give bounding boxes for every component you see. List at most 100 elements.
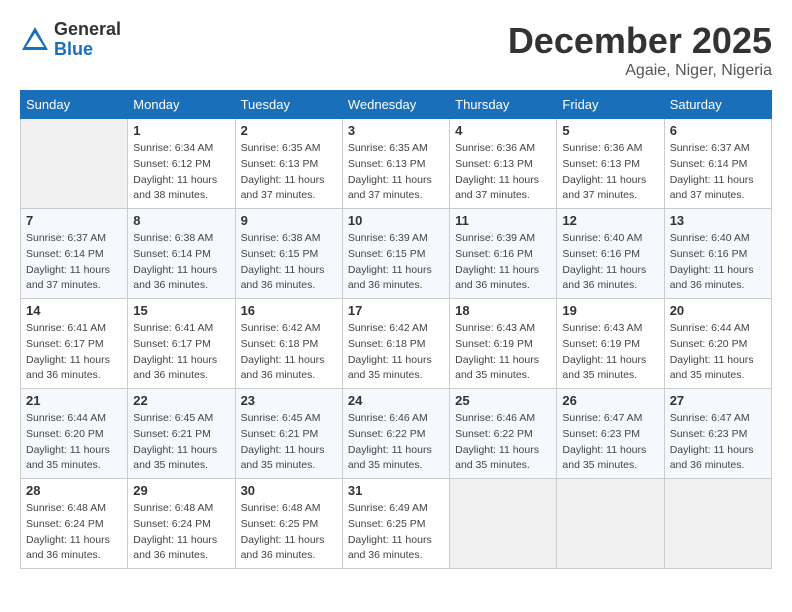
calendar-day-cell: 4 Sunrise: 6:36 AMSunset: 6:13 PMDaylight… xyxy=(450,119,557,209)
calendar-day-cell: 13Sunrise: 6:40 AMSunset: 6:16 PMDayligh… xyxy=(664,209,771,299)
calendar-day-cell: 17 Sunrise: 6:42 AMSunset: 6:18 PMDayligh… xyxy=(342,299,449,389)
calendar-day-cell: 10 Sunrise: 6:39 AMSunset: 6:15 PMDayligh… xyxy=(342,209,449,299)
day-number: 25 xyxy=(455,393,551,408)
calendar-week-row: 7Sunrise: 6:37 AMSunset: 6:14 PMDaylight… xyxy=(21,209,772,299)
calendar-day-cell xyxy=(557,479,664,569)
day-info: Sunrise: 6:42 AMSunset: 6:18 PMDaylight:… xyxy=(348,321,444,384)
calendar-day-cell xyxy=(21,119,128,209)
day-info: Sunrise: 6:38 AMSunset: 6:14 PMDaylight:… xyxy=(133,231,229,294)
day-info: Sunrise: 6:38 AMSunset: 6:15 PMDaylight:… xyxy=(241,231,337,294)
day-info: Sunrise: 6:41 AMSunset: 6:17 PMDaylight:… xyxy=(26,321,122,384)
calendar-day-cell: 8Sunrise: 6:38 AMSunset: 6:14 PMDaylight… xyxy=(128,209,235,299)
day-number: 6 xyxy=(670,123,766,138)
day-number: 19 xyxy=(562,303,658,318)
day-number: 16 xyxy=(241,303,337,318)
day-info: Sunrise: 6:36 AMSunset: 6:13 PMDaylight:… xyxy=(455,141,551,204)
day-info: Sunrise: 6:44 AMSunset: 6:20 PMDaylight:… xyxy=(26,411,122,474)
logo-text: General Blue xyxy=(54,20,121,60)
day-info: Sunrise: 6:39 AMSunset: 6:15 PMDaylight:… xyxy=(348,231,444,294)
day-info: Sunrise: 6:40 AMSunset: 6:16 PMDaylight:… xyxy=(562,231,658,294)
calendar-day-cell: 21 Sunrise: 6:44 AMSunset: 6:20 PMDayligh… xyxy=(21,389,128,479)
calendar-day-cell: 31Sunrise: 6:49 AMSunset: 6:25 PMDayligh… xyxy=(342,479,449,569)
weekday-header-row: SundayMondayTuesdayWednesdayThursdayFrid… xyxy=(21,91,772,119)
day-info: Sunrise: 6:36 AMSunset: 6:13 PMDaylight:… xyxy=(562,141,658,204)
calendar-day-cell xyxy=(450,479,557,569)
weekday-header: Tuesday xyxy=(235,91,342,119)
logo-general-text: General xyxy=(54,20,121,40)
weekday-header: Saturday xyxy=(664,91,771,119)
calendar-week-row: 28 Sunrise: 6:48 AMSunset: 6:24 PMDayligh… xyxy=(21,479,772,569)
calendar-day-cell: 3 Sunrise: 6:35 AMSunset: 6:13 PMDaylight… xyxy=(342,119,449,209)
day-number: 21 xyxy=(26,393,122,408)
day-number: 12 xyxy=(562,213,658,228)
day-info: Sunrise: 6:46 AMSunset: 6:22 PMDaylight:… xyxy=(348,411,444,474)
day-info: Sunrise: 6:43 AMSunset: 6:19 PMDaylight:… xyxy=(455,321,551,384)
location-text: Agaie, Niger, Nigeria xyxy=(508,62,772,80)
day-number: 2 xyxy=(241,123,337,138)
day-info: Sunrise: 6:39 AMSunset: 6:16 PMDaylight:… xyxy=(455,231,551,294)
weekday-header: Monday xyxy=(128,91,235,119)
weekday-header: Sunday xyxy=(21,91,128,119)
day-number: 27 xyxy=(670,393,766,408)
calendar-day-cell: 29Sunrise: 6:48 AMSunset: 6:24 PMDayligh… xyxy=(128,479,235,569)
title-block: December 2025 Agaie, Niger, Nigeria xyxy=(508,20,772,80)
day-number: 1 xyxy=(133,123,229,138)
day-info: Sunrise: 6:35 AMSunset: 6:13 PMDaylight:… xyxy=(348,141,444,204)
calendar-day-cell: 2 Sunrise: 6:35 AMSunset: 6:13 PMDaylight… xyxy=(235,119,342,209)
day-number: 22 xyxy=(133,393,229,408)
calendar-day-cell: 26Sunrise: 6:47 AMSunset: 6:23 PMDayligh… xyxy=(557,389,664,479)
day-number: 17 xyxy=(348,303,444,318)
page-header: General Blue December 2025 Agaie, Niger,… xyxy=(20,20,772,80)
calendar-day-cell: 20 Sunrise: 6:44 AMSunset: 6:20 PMDayligh… xyxy=(664,299,771,389)
day-number: 4 xyxy=(455,123,551,138)
day-info: Sunrise: 6:49 AMSunset: 6:25 PMDaylight:… xyxy=(348,501,444,564)
day-info: Sunrise: 6:43 AMSunset: 6:19 PMDaylight:… xyxy=(562,321,658,384)
day-info: Sunrise: 6:35 AMSunset: 6:13 PMDaylight:… xyxy=(241,141,337,204)
calendar-day-cell: 7Sunrise: 6:37 AMSunset: 6:14 PMDaylight… xyxy=(21,209,128,299)
calendar-day-cell: 25 Sunrise: 6:46 AMSunset: 6:22 PMDayligh… xyxy=(450,389,557,479)
day-info: Sunrise: 6:47 AMSunset: 6:23 PMDaylight:… xyxy=(562,411,658,474)
calendar-day-cell: 1Sunrise: 6:34 AMSunset: 6:12 PMDaylight… xyxy=(128,119,235,209)
day-number: 5 xyxy=(562,123,658,138)
calendar-day-cell: 15 Sunrise: 6:41 AMSunset: 6:17 PMDayligh… xyxy=(128,299,235,389)
day-number: 3 xyxy=(348,123,444,138)
day-info: Sunrise: 6:45 AMSunset: 6:21 PMDaylight:… xyxy=(133,411,229,474)
day-number: 29 xyxy=(133,483,229,498)
day-number: 10 xyxy=(348,213,444,228)
day-number: 15 xyxy=(133,303,229,318)
day-number: 20 xyxy=(670,303,766,318)
calendar-week-row: 21 Sunrise: 6:44 AMSunset: 6:20 PMDayligh… xyxy=(21,389,772,479)
calendar-table: SundayMondayTuesdayWednesdayThursdayFrid… xyxy=(20,90,772,569)
calendar-day-cell: 30 Sunrise: 6:48 AMSunset: 6:25 PMDayligh… xyxy=(235,479,342,569)
day-number: 30 xyxy=(241,483,337,498)
calendar-day-cell: 14 Sunrise: 6:41 AMSunset: 6:17 PMDayligh… xyxy=(21,299,128,389)
day-info: Sunrise: 6:48 AMSunset: 6:24 PMDaylight:… xyxy=(26,501,122,564)
weekday-header: Friday xyxy=(557,91,664,119)
day-info: Sunrise: 6:44 AMSunset: 6:20 PMDaylight:… xyxy=(670,321,766,384)
calendar-day-cell: 23Sunrise: 6:45 AMSunset: 6:21 PMDayligh… xyxy=(235,389,342,479)
calendar-day-cell: 9 Sunrise: 6:38 AMSunset: 6:15 PMDaylight… xyxy=(235,209,342,299)
calendar-week-row: 14 Sunrise: 6:41 AMSunset: 6:17 PMDayligh… xyxy=(21,299,772,389)
calendar-day-cell: 28 Sunrise: 6:48 AMSunset: 6:24 PMDayligh… xyxy=(21,479,128,569)
logo-icon xyxy=(20,25,50,55)
day-info: Sunrise: 6:48 AMSunset: 6:25 PMDaylight:… xyxy=(241,501,337,564)
day-info: Sunrise: 6:41 AMSunset: 6:17 PMDaylight:… xyxy=(133,321,229,384)
day-info: Sunrise: 6:40 AMSunset: 6:16 PMDaylight:… xyxy=(670,231,766,294)
logo: General Blue xyxy=(20,20,121,60)
day-number: 14 xyxy=(26,303,122,318)
calendar-day-cell: 19 Sunrise: 6:43 AMSunset: 6:19 PMDayligh… xyxy=(557,299,664,389)
calendar-day-cell xyxy=(664,479,771,569)
calendar-day-cell: 27Sunrise: 6:47 AMSunset: 6:23 PMDayligh… xyxy=(664,389,771,479)
day-number: 28 xyxy=(26,483,122,498)
day-number: 11 xyxy=(455,213,551,228)
calendar-day-cell: 11 Sunrise: 6:39 AMSunset: 6:16 PMDayligh… xyxy=(450,209,557,299)
calendar-day-cell: 6Sunrise: 6:37 AMSunset: 6:14 PMDaylight… xyxy=(664,119,771,209)
calendar-week-row: 1Sunrise: 6:34 AMSunset: 6:12 PMDaylight… xyxy=(21,119,772,209)
calendar-day-cell: 18Sunrise: 6:43 AMSunset: 6:19 PMDayligh… xyxy=(450,299,557,389)
calendar-day-cell: 5 Sunrise: 6:36 AMSunset: 6:13 PMDaylight… xyxy=(557,119,664,209)
day-info: Sunrise: 6:45 AMSunset: 6:21 PMDaylight:… xyxy=(241,411,337,474)
day-number: 9 xyxy=(241,213,337,228)
day-info: Sunrise: 6:46 AMSunset: 6:22 PMDaylight:… xyxy=(455,411,551,474)
weekday-header: Wednesday xyxy=(342,91,449,119)
logo-blue-text: Blue xyxy=(54,40,121,60)
